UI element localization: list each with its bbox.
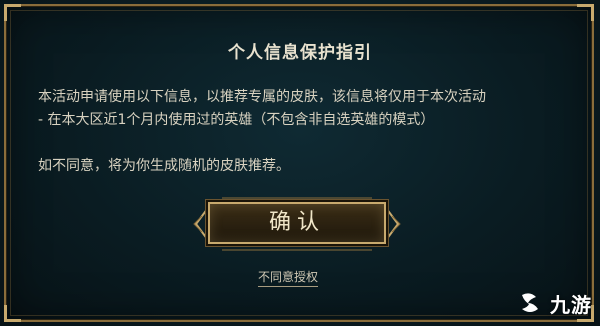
frame-corner-bottom-left xyxy=(4,305,21,322)
frame-corner-top-right xyxy=(577,4,594,21)
game-screen: 个人信息保护指引 本活动申请使用以下信息，以推荐专属的皮肤，该信息将仅用于本次活… xyxy=(0,0,600,326)
dialog-body: 本活动申请使用以下信息，以推荐专属的皮肤，该信息将仅用于本次活动 - 在本大区近… xyxy=(38,86,568,178)
dialog-title: 个人信息保护指引 xyxy=(228,43,372,63)
body-line-3: 如不同意，将为你生成随机的皮肤推荐。 xyxy=(38,158,290,174)
decline-authorization-link[interactable]: 不同意授权 xyxy=(258,268,319,287)
frame-corner-top-left xyxy=(4,4,21,21)
confirm-button[interactable]: 确认 xyxy=(208,202,386,244)
body-line-1: 本活动申请使用以下信息，以推荐专属的皮肤，该信息将仅用于本次活动 xyxy=(38,89,486,105)
confirm-button-container: 确认 xyxy=(192,196,402,252)
body-line-2: - 在本大区近1个月内使用过的英雄（不包含非自选英雄的模式） xyxy=(38,112,435,128)
watermark-text: 九游 xyxy=(550,292,592,317)
jiuyou-logo-icon xyxy=(522,293,538,312)
watermark: 九游 xyxy=(516,286,592,320)
